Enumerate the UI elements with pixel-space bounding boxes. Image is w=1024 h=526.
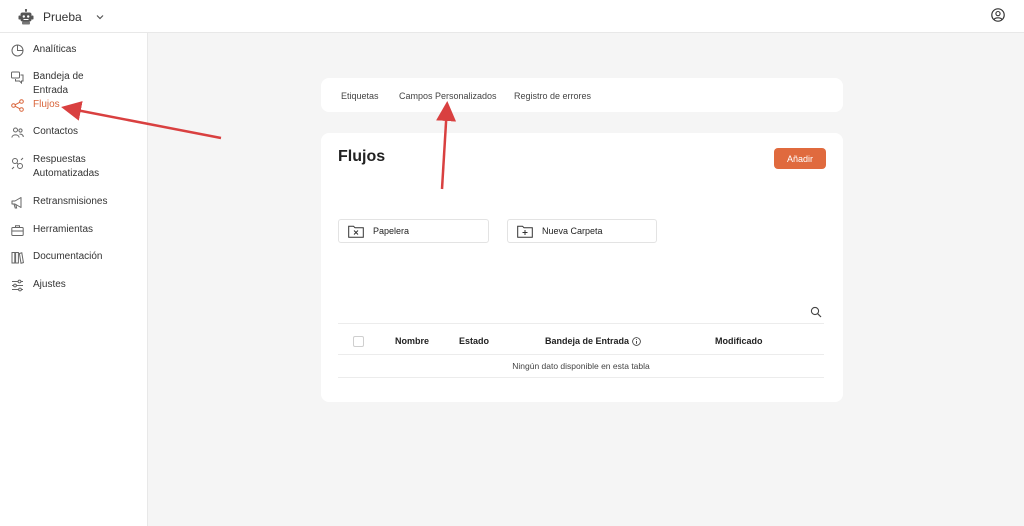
tab-campos-personalizados[interactable]: Campos Personalizados	[399, 91, 497, 101]
chart-pie-icon	[11, 44, 24, 57]
sidebar: Analíticas Bandeja de Entrada Flujos Con…	[0, 33, 148, 526]
column-estado[interactable]: Estado	[459, 336, 489, 346]
toolbox-icon	[11, 225, 24, 236]
sidebar-item-label: Respuestas Automatizadas	[33, 154, 100, 179]
users-icon	[11, 127, 24, 138]
tab-etiquetas[interactable]: Etiquetas	[341, 91, 379, 101]
folder-label: Nueva Carpeta	[542, 226, 603, 236]
auto-reply-icon	[11, 157, 24, 170]
select-all-checkbox[interactable]	[353, 336, 364, 347]
table-header: Nombre Estado Bandeja de Entrada Modific…	[338, 323, 824, 355]
sidebar-item-herramientas[interactable]: Herramientas	[11, 223, 115, 237]
sidebar-item-label: Herramientas	[33, 224, 94, 235]
sidebar-item-retransmisiones[interactable]: Retransmisiones	[11, 195, 115, 209]
chevron-down-icon	[96, 15, 104, 20]
flows-panel: Flujos Añadir Papelera Nueva Carpeta Nom…	[321, 133, 843, 402]
sliders-icon	[12, 279, 23, 292]
sidebar-item-bandeja[interactable]: Bandeja de Entrada	[11, 70, 115, 98]
info-icon[interactable]	[632, 336, 641, 346]
sidebar-item-label: Analíticas	[33, 44, 77, 55]
sidebar-item-label: Documentación	[33, 251, 103, 262]
sidebar-item-contactos[interactable]: Contactos	[11, 125, 115, 139]
sidebar-item-label: Bandeja de Entrada	[33, 71, 84, 96]
column-modificado[interactable]: Modificado	[715, 336, 763, 346]
settings-tabs: Etiquetas Campos Personalizados Registro…	[321, 78, 843, 112]
sidebar-item-label: Flujos	[33, 99, 60, 110]
folder-label: Papelera	[373, 226, 410, 236]
add-button[interactable]: Añadir	[774, 148, 826, 169]
folder-x-icon	[348, 225, 364, 238]
sidebar-item-label: Retransmisiones	[33, 196, 108, 207]
sidebar-item-ajustes[interactable]: Ajustes	[11, 278, 115, 292]
sidebar-item-analiticas[interactable]: Analíticas	[11, 43, 115, 57]
megaphone-icon	[11, 197, 22, 209]
sidebar-item-respuestas[interactable]: Respuestas Automatizadas	[11, 153, 115, 181]
flow-nodes-icon	[11, 99, 24, 112]
page-title: Flujos	[338, 148, 386, 165]
folder-nueva-carpeta[interactable]: Nueva Carpeta	[507, 219, 657, 243]
sidebar-item-flujos[interactable]: Flujos	[11, 98, 115, 112]
chat-bubbles-icon	[11, 71, 24, 84]
top-bar: Prueba	[0, 0, 1024, 33]
user-circle-icon[interactable]	[991, 8, 1005, 22]
books-icon	[11, 252, 24, 264]
workspace-selector[interactable]: Prueba	[18, 7, 105, 27]
sidebar-item-documentacion[interactable]: Documentación	[11, 250, 115, 264]
folder-plus-icon	[517, 225, 533, 238]
sidebar-item-label: Contactos	[33, 126, 79, 137]
empty-table-message: Ningún dato disponible en esta tabla	[338, 355, 824, 378]
robot-icon	[18, 9, 34, 25]
column-bandeja-entrada[interactable]: Bandeja de Entrada	[545, 336, 641, 346]
tab-registro-errores[interactable]: Registro de errores	[514, 91, 591, 101]
folder-papelera[interactable]: Papelera	[338, 219, 489, 243]
workspace-name: Prueba	[43, 10, 82, 24]
column-nombre[interactable]: Nombre	[395, 336, 429, 346]
sidebar-item-label: Ajustes	[33, 279, 66, 290]
search-icon[interactable]	[810, 306, 822, 318]
